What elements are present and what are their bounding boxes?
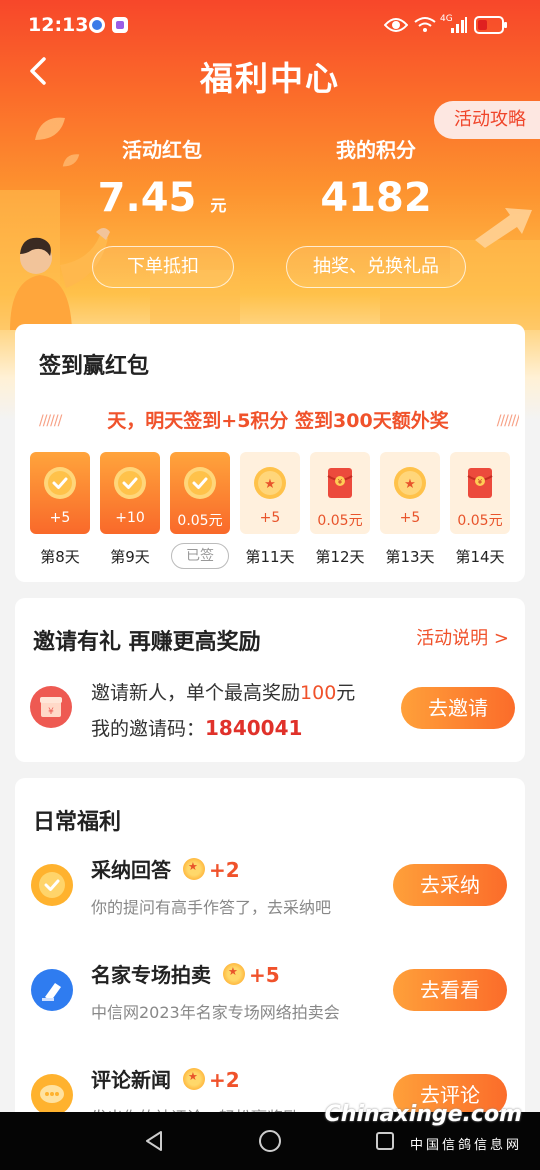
svg-text:★: ★ [404, 477, 416, 492]
daily-title: 日常福利 [33, 810, 122, 835]
coin-icon [183, 1068, 205, 1090]
slash-decoration: ////// [39, 413, 62, 429]
invite-code: 1840041 [205, 716, 303, 740]
checkin-marquee-text: 天，明天签到+5积分 签到300天额外奖 [107, 410, 449, 432]
red-packet-icon: ¥ [323, 466, 357, 500]
view-auction-button[interactable]: 去看看 [393, 969, 507, 1011]
watermark-site: Chinaxinge.com [324, 1102, 522, 1127]
title-bar: 福利中心 [0, 52, 540, 98]
checkin-day-reward: +5 [399, 510, 421, 526]
red-packet-summary: 活动红包 7.45 元 [62, 134, 262, 221]
checkin-day-label: 第14天 [455, 548, 505, 566]
task-description: 中信网2023年名家专场网络拍卖会 [91, 1003, 340, 1022]
status-bar: 12:13 4G [0, 0, 540, 52]
accept-answer-button[interactable]: 去采纳 [393, 864, 507, 906]
checkin-day[interactable]: 0.05元 [170, 452, 230, 534]
checkin-card: 签到赢红包 ////// 天，明天签到+5积分 签到300天额外奖 //////… [15, 324, 525, 582]
eye-icon [383, 16, 409, 39]
points-value: 4182 [320, 175, 432, 221]
invite-code-label: 我的邀请码： [91, 718, 206, 740]
nav-recents-icon[interactable] [375, 1131, 395, 1151]
task-name: 名家专场拍卖 [91, 963, 211, 987]
app-notification-icon [88, 16, 106, 39]
checkin-marquee: ////// 天，明天签到+5积分 签到300天额外奖 ////// [39, 404, 519, 438]
check-icon [183, 466, 217, 500]
check-icon [113, 466, 147, 500]
wifi-icon [414, 16, 436, 39]
svg-text:★: ★ [264, 477, 276, 492]
comment-icon [31, 1074, 73, 1116]
checkin-day-reward: 0.05元 [177, 513, 223, 529]
arrow-decoration [475, 208, 532, 248]
checkin-day-label: 第11天 [245, 548, 295, 566]
task-points: +2 [209, 858, 240, 882]
nav-back-icon[interactable] [143, 1130, 165, 1152]
gift-icon: ¥ [30, 686, 72, 728]
task-title-row: 采纳回答 +2 [91, 854, 240, 883]
lottery-exchange-button[interactable]: 抽奖、兑换礼品 [286, 246, 466, 288]
checkin-day-label: 第12天 [315, 548, 365, 566]
checkin-day-reward: +10 [115, 510, 145, 526]
checkin-day-label: 第9天 [110, 548, 150, 566]
invite-rules-link[interactable]: 活动说明 > [416, 624, 509, 650]
task-points: +5 [249, 963, 280, 987]
red-packet-value: 7.45 元 [97, 175, 227, 221]
app-notification-icon [111, 16, 129, 39]
points-label: 我的积分 [336, 138, 416, 162]
checkin-title: 签到赢红包 [39, 354, 150, 379]
battery-icon [474, 15, 508, 40]
red-packet-label: 活动红包 [122, 138, 202, 162]
svg-text:¥: ¥ [48, 707, 54, 717]
signed-today-badge: 已签 [171, 543, 229, 569]
task-title-row: 评论新闻 +2 [91, 1064, 240, 1093]
invite-reward-amount: 100 [300, 682, 337, 704]
invite-title: 邀请有礼 再赚更高奖励 [33, 630, 261, 655]
checkin-day[interactable]: +5 [30, 452, 90, 534]
nav-home-icon[interactable] [258, 1129, 282, 1153]
red-packet-unit: 元 [210, 196, 227, 215]
page-title: 福利中心 [200, 59, 340, 98]
accept-answer-icon [31, 864, 73, 906]
check-icon [43, 466, 77, 500]
checkin-day-label: 第8天 [40, 548, 80, 566]
task-description: 你的提问有高手作答了，去采纳吧 [91, 898, 332, 917]
task-name: 采纳回答 [91, 858, 171, 882]
checkin-day-reward: +5 [259, 510, 281, 526]
checkin-day-reward: +5 [49, 510, 71, 526]
invite-card: 邀请有礼 再赚更高奖励 活动说明 > ¥ 邀请新人，单个最高奖励100元 我的邀… [15, 598, 525, 762]
checkin-day-reward: 0.05元 [457, 513, 503, 529]
invite-button[interactable]: 去邀请 [401, 687, 515, 729]
checkin-day-label: 第13天 [385, 548, 435, 566]
coin-icon: ★ [253, 466, 287, 500]
checkin-day[interactable]: ★ +5 [240, 452, 300, 534]
status-time: 12:13 [28, 14, 89, 36]
invite-reward-text: 邀请新人，单个最高奖励100元 [91, 682, 356, 704]
auction-hammer-icon [31, 969, 73, 1011]
slash-decoration: ////// [496, 413, 519, 429]
task-points: +2 [209, 1068, 240, 1092]
checkin-day[interactable]: +10 [100, 452, 160, 534]
coin-icon [183, 858, 205, 880]
coin-icon: ★ [393, 466, 427, 500]
signal-icon [450, 16, 468, 39]
svg-text:¥: ¥ [338, 478, 343, 486]
watermark-name: 中国信鸽信息网 [409, 1138, 522, 1153]
checkin-day-reward: 0.05元 [317, 513, 363, 529]
coin-icon [223, 963, 245, 985]
invite-code-row: 我的邀请码：1840041 [91, 714, 302, 741]
checkin-day[interactable]: ★ +5 [380, 452, 440, 534]
points-summary: 我的积分 4182 [276, 134, 476, 221]
order-deduct-button[interactable]: 下单抵扣 [92, 246, 234, 288]
task-title-row: 名家专场拍卖 +5 [91, 959, 280, 988]
checkin-day[interactable]: ¥0.05元 [310, 452, 370, 534]
task-name: 评论新闻 [91, 1068, 171, 1092]
daily-benefits-card: 日常福利 采纳回答 +2 你的提问有高手作答了，去采纳吧 去采纳名家专场拍卖 +5 中信网… [15, 778, 525, 1138]
checkin-day[interactable]: ¥0.05元 [450, 452, 510, 534]
red-packet-icon: ¥ [463, 466, 497, 500]
svg-text:¥: ¥ [478, 478, 483, 486]
